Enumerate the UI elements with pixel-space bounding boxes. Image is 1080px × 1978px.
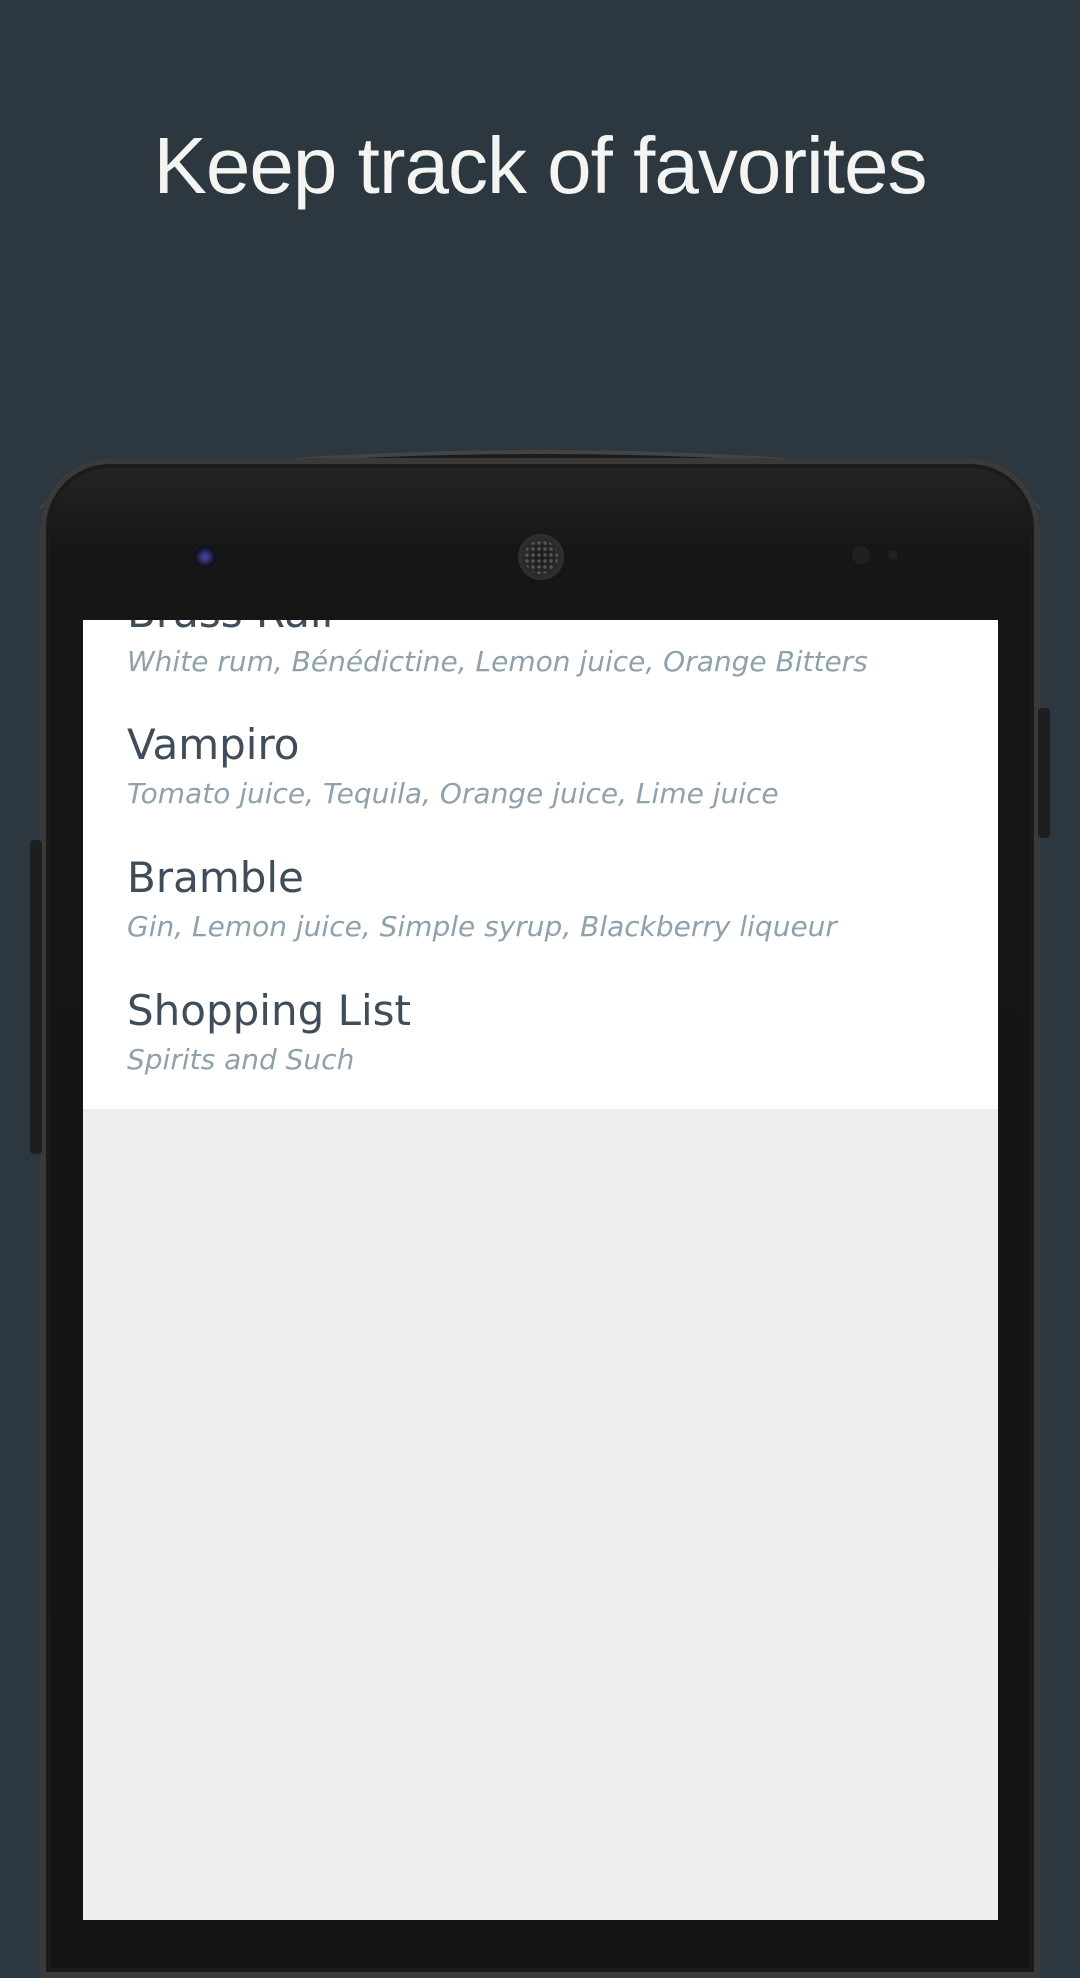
phone-screen[interactable]: Brass Rail White rum, Bénédictine, Lemon…: [83, 620, 998, 1920]
item-subtitle: Gin, Lemon juice, Simple syrup, Blackber…: [127, 910, 837, 943]
earpiece-speaker-icon: [518, 534, 564, 580]
front-camera-icon: [193, 545, 217, 569]
volume-button: [30, 840, 42, 1154]
item-subtitle: Spirits and Such: [127, 1043, 355, 1076]
list-item[interactable]: Brass Rail White rum, Bénédictine, Lemon…: [127, 620, 987, 680]
item-subtitle: White rum, Bénédictine, Lemon juice, Ora…: [127, 645, 868, 678]
favorites-list[interactable]: Brass Rail White rum, Bénédictine, Lemon…: [83, 620, 998, 1109]
list-item[interactable]: Vampiro Tomato juice, Tequila, Orange ju…: [127, 720, 987, 812]
speaker-grill: [524, 540, 558, 574]
light-sensor-icon: [888, 550, 898, 560]
list-item[interactable]: Shopping List Spirits and Such: [127, 986, 987, 1078]
item-title: Brass Rail: [127, 620, 987, 638]
item-title: Vampiro: [127, 720, 300, 769]
power-button: [1038, 708, 1050, 838]
proximity-sensor-icon: [852, 546, 870, 564]
item-subtitle: Tomato juice, Tequila, Orange juice, Lim…: [127, 777, 779, 810]
item-title: Bramble: [127, 853, 304, 902]
list-item[interactable]: Bramble Gin, Lemon juice, Simple syrup, …: [127, 853, 987, 945]
item-title: Shopping List: [127, 986, 412, 1035]
promo-headline: Keep track of favorites: [153, 121, 928, 210]
